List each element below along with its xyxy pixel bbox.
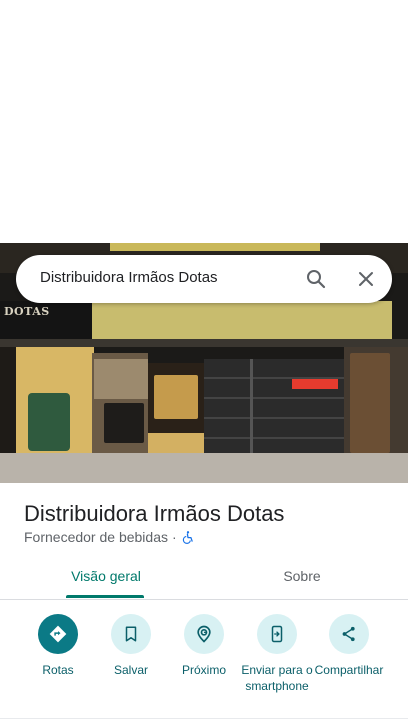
nearby-icon (184, 614, 224, 654)
photo-wall (92, 301, 392, 341)
send-to-phone-button[interactable]: Enviar para o smartphone (241, 612, 313, 694)
active-tab-indicator (66, 595, 144, 598)
share-button[interactable]: Compartilhar (313, 612, 385, 678)
place-title: Distribuidora Irmãos Dotas (24, 501, 285, 526)
photo-beam (0, 339, 408, 347)
bookmark-icon (111, 614, 151, 654)
tabs-divider (0, 599, 408, 600)
map-area-blank (0, 0, 408, 243)
photo-left-wall (0, 347, 16, 457)
photo-led-sign (292, 379, 338, 389)
save-label: Salvar (113, 663, 148, 677)
save-button[interactable]: Salvar (95, 612, 167, 678)
send-to-phone-label: Enviar para o smartphone (241, 663, 313, 693)
search-bar[interactable]: Distribuidora Irmãos Dotas (16, 255, 392, 303)
nearby-button[interactable]: Próximo (168, 612, 240, 678)
search-icon[interactable] (304, 267, 328, 291)
separator-dot: · (172, 529, 177, 545)
tab-about-label: Sobre (283, 568, 321, 584)
photo-right-banner (350, 353, 390, 453)
place-subtitle: Fornecedor de bebidas · (24, 529, 195, 545)
directions-icon (38, 614, 78, 654)
photo-counter (104, 403, 144, 443)
tab-overview[interactable]: Visão geral (64, 560, 148, 598)
tab-overview-label: Visão geral (71, 568, 141, 584)
photo-shelf (94, 359, 148, 399)
send-to-phone-icon (257, 614, 297, 654)
photo-floor (0, 453, 408, 483)
photo-banner-art (154, 375, 198, 419)
close-icon[interactable] (354, 267, 378, 291)
tab-about[interactable]: Sobre (262, 560, 342, 598)
share-label: Compartilhar (314, 663, 384, 677)
photo-bags (28, 393, 70, 451)
bottom-divider (0, 718, 408, 719)
wheelchair-icon (181, 530, 195, 544)
search-input[interactable]: Distribuidora Irmãos Dotas (40, 269, 218, 286)
share-icon (329, 614, 369, 654)
place-category: Fornecedor de bebidas (24, 529, 168, 545)
photo-sign-text: DOTAS (4, 305, 50, 318)
directions-label: Rotas (42, 663, 74, 677)
nearby-label: Próximo (181, 663, 226, 677)
directions-button[interactable]: Rotas (22, 612, 94, 678)
photo-ceiling-band (110, 243, 320, 251)
action-bar: Rotas Salvar Próximo Enviar para o smart… (0, 612, 408, 722)
